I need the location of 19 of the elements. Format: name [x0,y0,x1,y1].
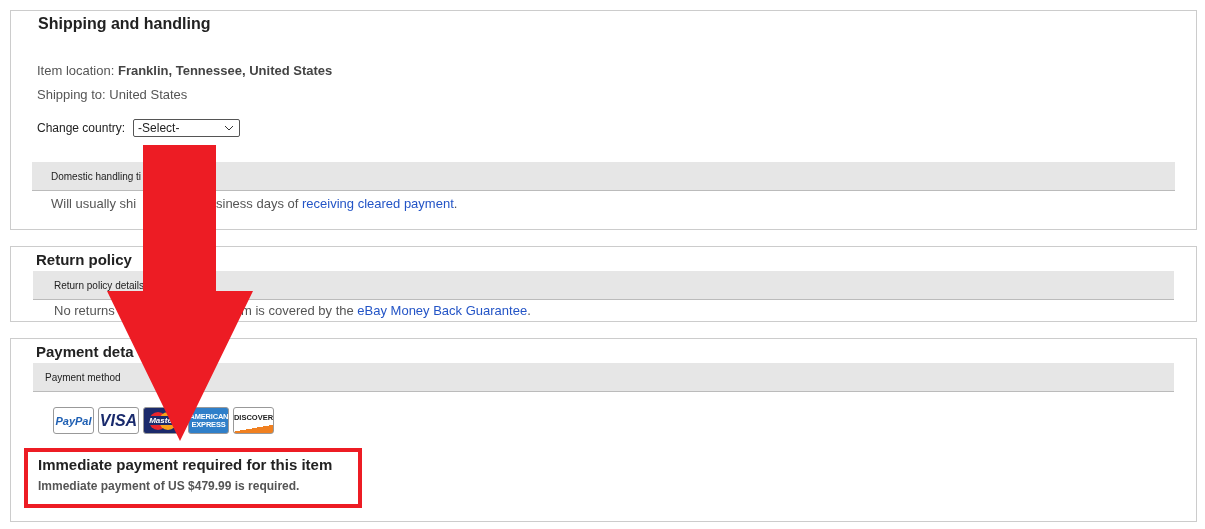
chevron-icon [224,125,235,131]
change-country-label: Change country: [37,121,126,135]
visa-logo: VISA [98,407,139,434]
return-text: No returns [54,303,116,318]
column-label: Domestic handling ti [50,170,142,182]
shipping-destination: Shipping to: United States [36,87,189,102]
column-label: Payment method [44,371,121,383]
section-title: Return policy [35,250,133,270]
handling-text: Will usually shi [51,196,138,211]
paypal-logo: PayPal [53,407,94,434]
payment-link[interactable]: receiving cleared payment [302,196,454,211]
country-dropdown[interactable]: -Select- [133,119,241,137]
section-title: Shipping and handling [37,14,212,34]
item-location: Item location: Franklin, Tennessee, United States [36,63,334,78]
notice-text: Immediate payment of US $479.99 is required. [38,479,301,493]
column-label: Return policy details [53,279,145,291]
section-title: Payment deta [35,342,135,362]
notice-title: Immediate payment required for this item [38,456,334,473]
handling-text: siness days of receiving cleared payment. [216,196,458,211]
